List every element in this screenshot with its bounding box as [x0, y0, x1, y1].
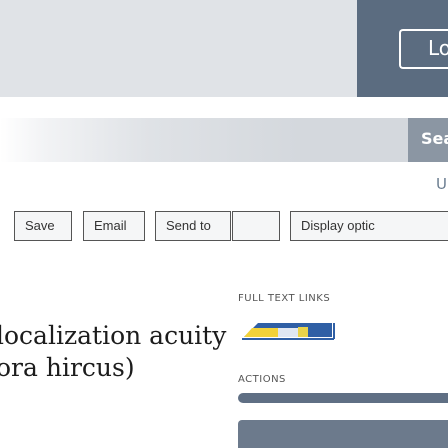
- login-button-label: Lo: [428, 36, 448, 60]
- email-button[interactable]: Email: [83, 211, 145, 241]
- user-guide-link[interactable]: U: [436, 175, 447, 193]
- search-input[interactable]: [0, 118, 448, 162]
- actions-heading: ACTIONS: [238, 374, 286, 385]
- article-title-line-2: ora hircus): [0, 353, 135, 382]
- article-title-line-1: localization acuity: [0, 321, 227, 350]
- full-text-provider-logo[interactable]: [238, 315, 337, 343]
- collections-button[interactable]: [238, 420, 448, 448]
- search-button-label: Sea: [421, 129, 448, 148]
- search-button[interactable]: Sea: [408, 118, 448, 162]
- article-title: localization acuity ora hircus): [0, 321, 226, 383]
- login-button[interactable]: Lo: [399, 29, 448, 69]
- display-options-button[interactable]: Display optic: [290, 211, 448, 241]
- full-text-links-heading: FULL TEXT LINKS: [238, 293, 331, 304]
- send-to-button[interactable]: Send to: [155, 211, 231, 241]
- save-button[interactable]: Save: [14, 211, 72, 241]
- cite-button[interactable]: [238, 393, 448, 403]
- send-to-dropdown-button[interactable]: [232, 211, 280, 241]
